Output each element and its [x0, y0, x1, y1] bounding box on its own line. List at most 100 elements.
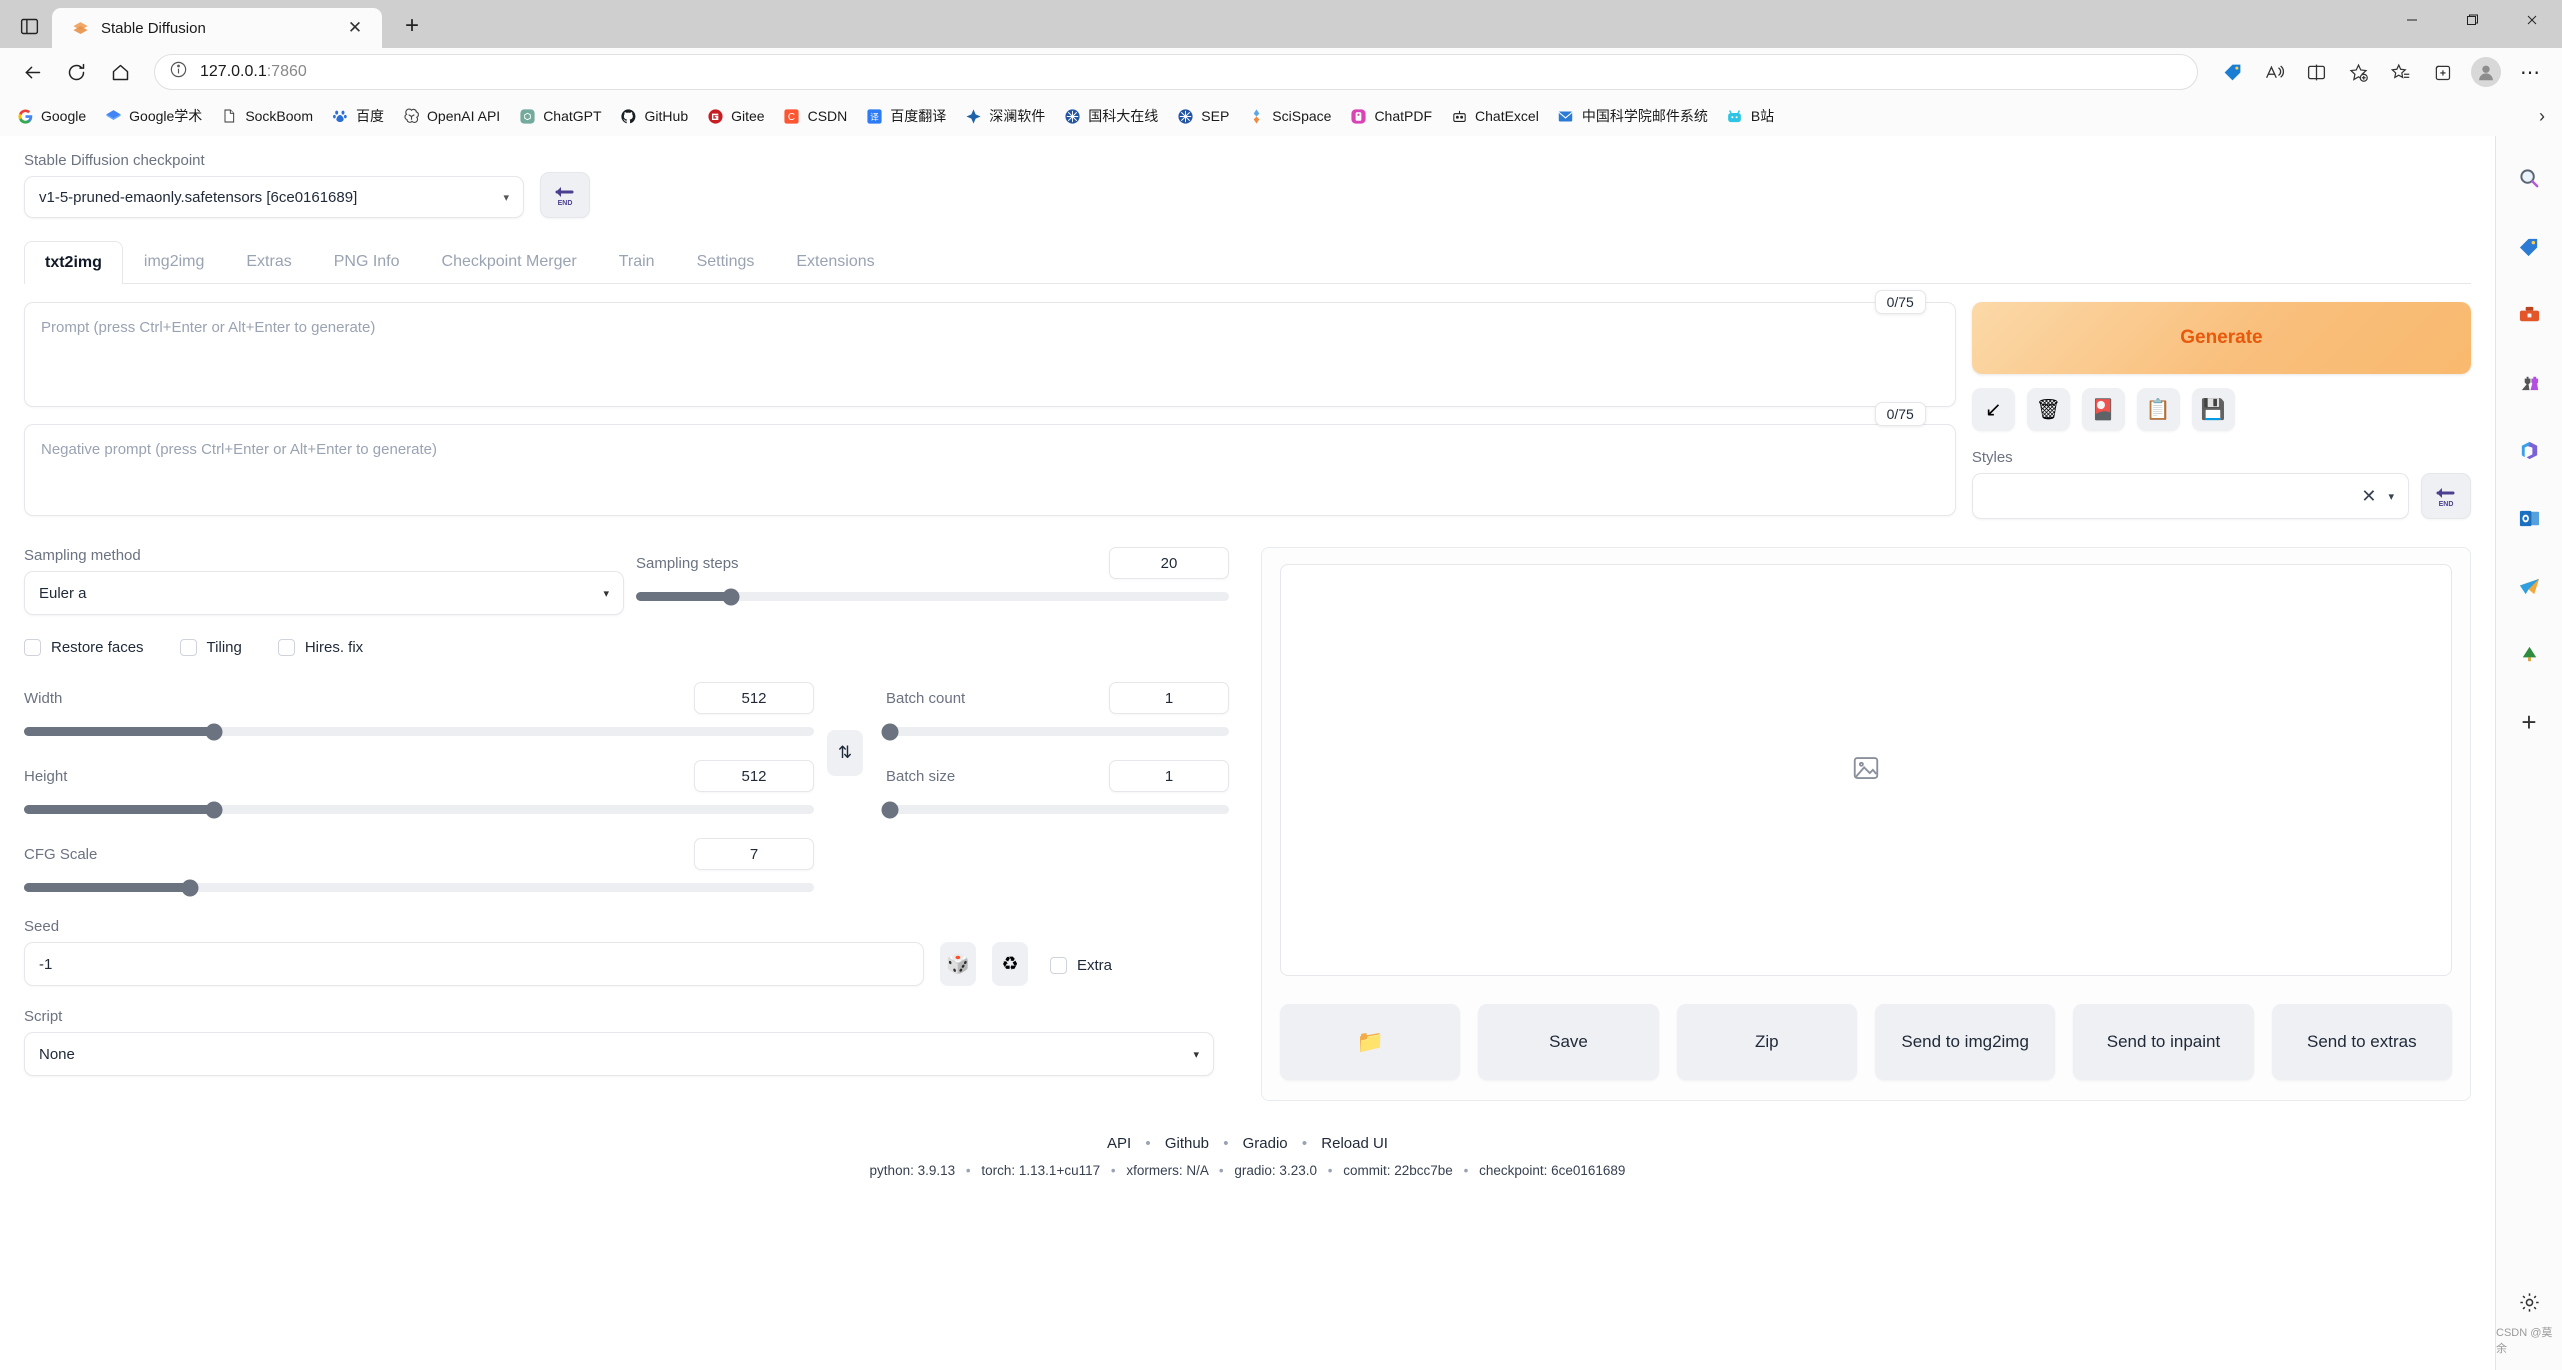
games-icon[interactable] — [2509, 362, 2549, 402]
tab-extras[interactable]: Extras — [225, 240, 312, 283]
add-icon[interactable]: + — [2509, 702, 2549, 742]
refresh-styles-button[interactable]: END — [2421, 473, 2471, 519]
cfg-scale-value[interactable]: 7 — [694, 838, 814, 870]
bookmarks-overflow-icon[interactable]: › — [2528, 102, 2556, 130]
apply-style-icon[interactable]: 📋 — [2136, 388, 2180, 431]
script-select[interactable]: None ▾ — [24, 1032, 1214, 1076]
bookmark-ucas[interactable]: 国科大在线 — [1055, 102, 1166, 130]
tab-png-info[interactable]: PNG Info — [313, 240, 421, 283]
refresh-checkpoints-button[interactable]: END — [540, 172, 590, 218]
footer-link-api[interactable]: API — [1107, 1135, 1131, 1152]
search-icon[interactable] — [2509, 158, 2549, 198]
close-tab-icon[interactable]: ✕ — [342, 15, 368, 41]
footer-link-github[interactable]: Github — [1165, 1135, 1209, 1152]
profile-avatar[interactable] — [2471, 57, 2501, 87]
tools-icon[interactable] — [2509, 294, 2549, 334]
image-preview-area[interactable] — [1280, 564, 2452, 976]
footer-link-gradio[interactable]: Gradio — [1243, 1135, 1288, 1152]
width-value[interactable]: 512 — [694, 682, 814, 714]
outlook-icon[interactable] — [2509, 498, 2549, 538]
styles-select[interactable]: ✕ ▾ — [1971, 473, 2409, 519]
save-button[interactable]: Save — [1478, 1004, 1659, 1080]
restore-faces-checkbox[interactable]: Restore faces — [24, 639, 144, 656]
clear-styles-icon[interactable]: ✕ — [2361, 486, 2376, 507]
close-window-icon[interactable] — [2502, 0, 2562, 40]
bookmark-github[interactable]: GitHub — [612, 103, 697, 129]
browser-tab[interactable]: Stable Diffusion ✕ — [52, 8, 382, 48]
tab-train[interactable]: Train — [598, 240, 676, 283]
bookmark-csdn[interactable]: C CSDN — [775, 103, 856, 129]
save-style-icon[interactable]: 💾 — [2191, 388, 2235, 431]
tiling-checkbox[interactable]: Tiling — [179, 639, 242, 656]
reload-icon[interactable] — [56, 52, 96, 92]
bookmark-google[interactable]: Google — [8, 103, 94, 129]
shopping-tag-icon[interactable] — [2212, 52, 2252, 92]
sampling-method-select[interactable]: Euler a ▾ — [24, 571, 624, 615]
tab-settings[interactable]: Settings — [676, 240, 776, 283]
footer-link-reload-ui[interactable]: Reload UI — [1321, 1135, 1388, 1152]
batch-size-slider[interactable] — [881, 801, 1229, 818]
batch-size-value[interactable]: 1 — [1109, 760, 1229, 792]
zip-button[interactable]: Zip — [1676, 1004, 1857, 1080]
site-info-icon[interactable] — [169, 60, 188, 84]
bookmark-sockboom[interactable]: SockBoom — [212, 103, 321, 129]
height-value[interactable]: 512 — [694, 760, 814, 792]
sidebar-toggle-button[interactable] — [6, 6, 52, 46]
bookmark-openai-api[interactable]: OpenAI API — [394, 103, 508, 129]
bookmark-shenlan[interactable]: 深澜软件 — [956, 102, 1053, 130]
more-options-icon[interactable]: ⋯ — [2510, 52, 2550, 92]
show-extra-networks-icon[interactable]: 🎴 — [2081, 388, 2125, 431]
open-folder-button[interactable]: 📁 — [1280, 1004, 1461, 1080]
bookmark-gitee[interactable]: Gitee — [698, 103, 772, 129]
negative-prompt-input[interactable]: Negative prompt (press Ctrl+Enter or Alt… — [24, 424, 1956, 516]
address-bar[interactable]: 127.0.0.1:7860 — [154, 54, 2198, 90]
read-aloud-icon[interactable] — [2254, 52, 2294, 92]
send-to-img2img-button[interactable]: Send to img2img — [1874, 1004, 2056, 1080]
bookmark-baidu[interactable]: 百度 — [323, 102, 392, 130]
collections-icon[interactable] — [2422, 52, 2462, 92]
extra-seed-checkbox[interactable]: Extra — [1050, 957, 1112, 974]
minimize-icon[interactable] — [2382, 0, 2442, 40]
home-icon[interactable] — [100, 52, 140, 92]
bookmark-chatgpt[interactable]: ChatGPT — [510, 103, 609, 129]
swap-dimensions-button[interactable]: ⇅ — [827, 730, 863, 776]
new-tab-button[interactable]: + — [392, 6, 432, 46]
tab-checkpoint-merger[interactable]: Checkpoint Merger — [421, 240, 598, 283]
add-favorite-icon[interactable] — [2338, 52, 2378, 92]
tab-txt2img[interactable]: txt2img — [24, 241, 123, 284]
read-generation-params-icon[interactable]: ↙ — [1971, 388, 2015, 431]
tree-icon[interactable] — [2509, 634, 2549, 674]
send-to-inpaint-button[interactable]: Send to inpaint — [2073, 1004, 2254, 1080]
bookmark-scispace[interactable]: SciSpace — [1239, 103, 1339, 129]
telegram-icon[interactable] — [2509, 566, 2549, 606]
hires-fix-checkbox[interactable]: Hires. fix — [277, 639, 363, 656]
shopping-tag-icon[interactable] — [2509, 226, 2549, 266]
maximize-icon[interactable] — [2442, 0, 2502, 40]
tab-img2img[interactable]: img2img — [123, 240, 225, 283]
height-slider[interactable] — [24, 801, 814, 818]
seed-input[interactable]: -1 — [24, 942, 924, 986]
cfg-scale-slider[interactable] — [24, 879, 814, 896]
sampling-steps-value[interactable]: 20 — [1109, 547, 1229, 579]
back-icon[interactable] — [12, 52, 52, 92]
bookmark-chatpdf[interactable]: ChatPDF — [1341, 103, 1440, 129]
bookmark-sep[interactable]: SEP — [1168, 103, 1237, 129]
bookmark-baidu-translate[interactable]: 译 百度翻译 — [857, 102, 954, 130]
batch-count-slider[interactable] — [881, 723, 1229, 740]
width-slider[interactable] — [24, 723, 814, 740]
bookmark-bilibili[interactable]: B站 — [1718, 102, 1782, 130]
split-screen-icon[interactable] — [2296, 52, 2336, 92]
reuse-seed-recycle-icon[interactable]: ♻ — [992, 942, 1028, 986]
bookmark-google-scholar[interactable]: Google学术 — [96, 102, 210, 130]
batch-count-value[interactable]: 1 — [1109, 682, 1229, 714]
microsoft365-icon[interactable] — [2509, 430, 2549, 470]
prompt-input[interactable]: Prompt (press Ctrl+Enter or Alt+Enter to… — [24, 302, 1956, 407]
gear-icon[interactable] — [2509, 1282, 2549, 1322]
bookmark-cas-mail[interactable]: 中国科学院邮件系统 — [1549, 102, 1716, 130]
tab-extensions[interactable]: Extensions — [775, 240, 895, 283]
random-seed-dice-icon[interactable]: 🎲 — [940, 942, 976, 986]
bookmark-chatexcel[interactable]: ChatExcel — [1442, 103, 1547, 129]
sampling-steps-slider[interactable] — [636, 588, 1229, 605]
clear-prompt-icon[interactable]: 🗑 — [2026, 388, 2070, 431]
checkpoint-select[interactable]: v1-5-pruned-emaonly.safetensors [6ce0161… — [24, 176, 524, 218]
